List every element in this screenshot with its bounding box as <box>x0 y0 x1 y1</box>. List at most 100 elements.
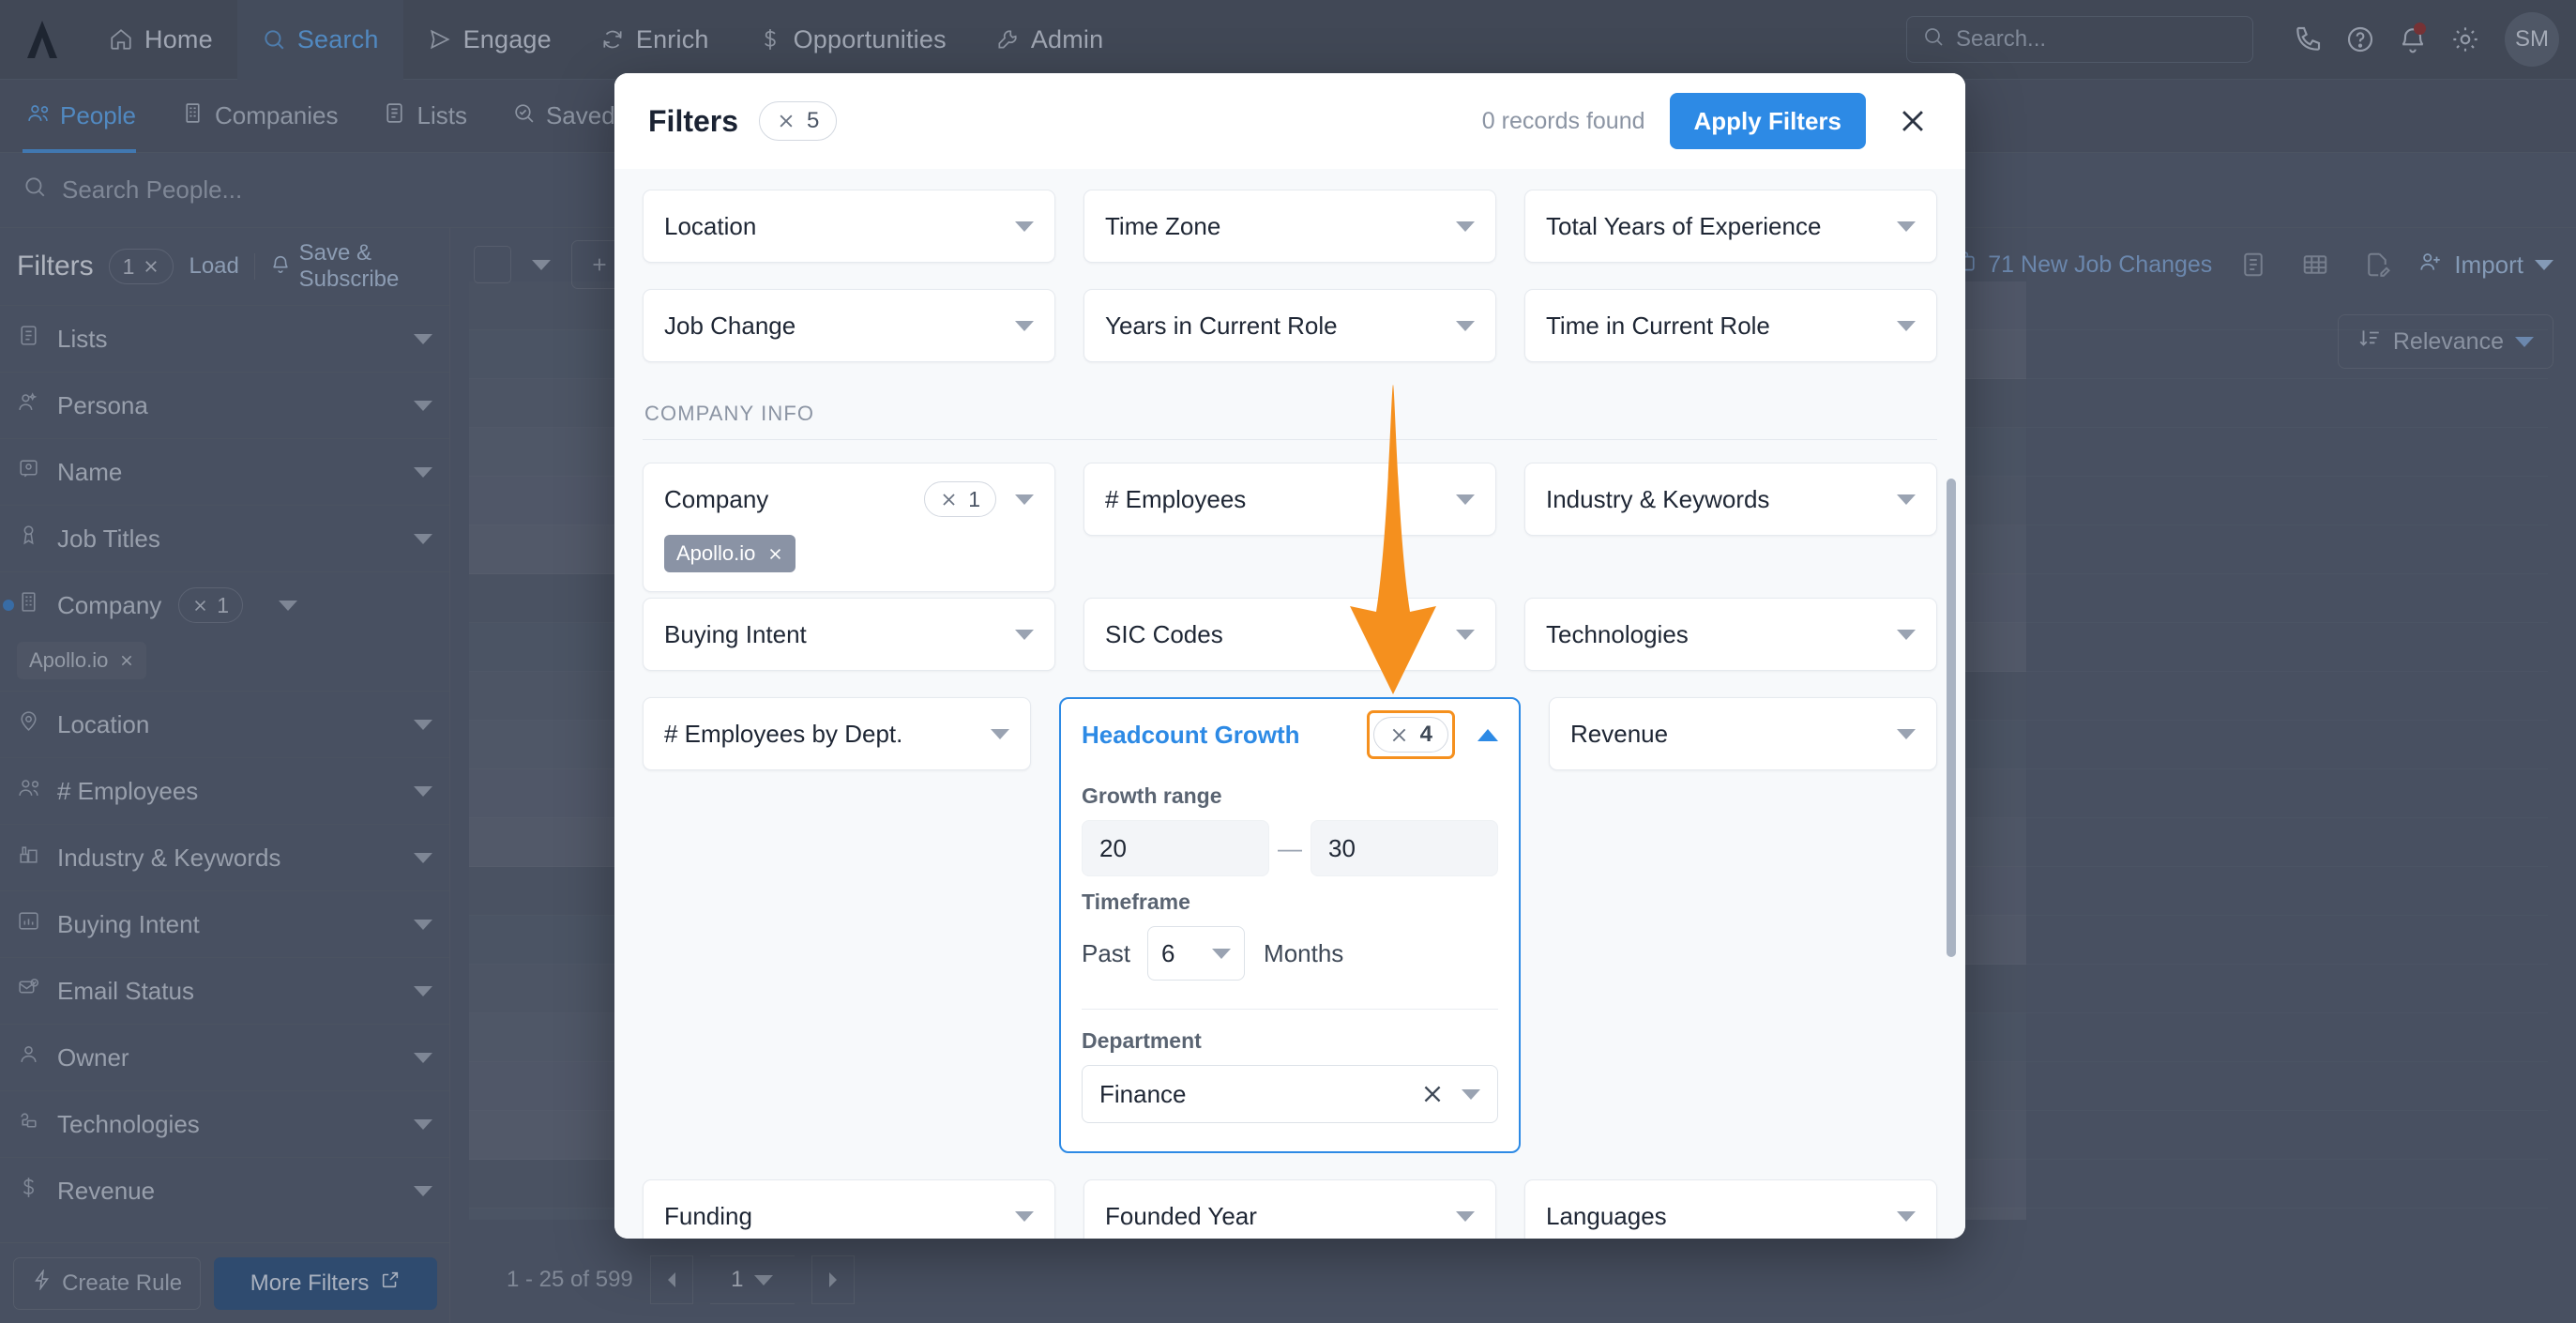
filter-label: Years in Current Role <box>1105 311 1338 340</box>
chevron-down-icon <box>1456 220 1475 232</box>
chevron-down-icon <box>1897 320 1916 331</box>
chevron-down-icon <box>1456 1210 1475 1222</box>
filter-label: Total Years of Experience <box>1546 211 1822 240</box>
chevron-down-icon <box>1462 1088 1480 1100</box>
filter-buying-intent[interactable]: Buying Intent <box>643 598 1055 671</box>
modal-active-filter-count-pill[interactable]: 5 <box>759 101 838 141</box>
filter-sic-codes[interactable]: SIC Codes <box>1083 598 1496 671</box>
chevron-down-icon <box>1015 1210 1034 1222</box>
filter-label: # Employees by Dept. <box>664 719 903 748</box>
chevron-down-icon <box>1897 220 1916 232</box>
department-select[interactable]: Finance <box>1082 1065 1498 1123</box>
headcount-count-pill-highlight: 4 <box>1366 710 1455 759</box>
filter-label: Founded Year <box>1105 1201 1257 1230</box>
filter-employees-by-dept[interactable]: # Employees by Dept. <box>643 697 1031 770</box>
company-filter-count-pill[interactable]: 1 <box>924 481 996 517</box>
chevron-down-icon <box>1897 728 1916 739</box>
filter-row-1: Location Time Zone Total Years of Experi… <box>643 190 1937 289</box>
modal-scrollbar[interactable] <box>1947 479 1956 957</box>
chip-remove-icon <box>770 548 781 559</box>
chevron-down-icon <box>1015 629 1034 640</box>
filter-label: Company <box>664 484 769 513</box>
chevron-down-icon <box>1456 320 1475 331</box>
department-value: Finance <box>1099 1079 1187 1108</box>
filter-company[interactable]: Company 1 Apollo.io <box>643 463 1055 592</box>
filter-headcount-growth[interactable]: Headcount Growth 4 Growth range 20 — 30 … <box>1059 697 1521 1153</box>
department-label: Department <box>1082 1028 1202 1053</box>
months-unit-label: Months <box>1264 938 1344 967</box>
past-label: Past <box>1082 938 1131 967</box>
filter-label: Languages <box>1546 1201 1667 1230</box>
modal-body: Location Time Zone Total Years of Experi… <box>614 169 1965 1239</box>
chevron-down-icon <box>1015 494 1034 505</box>
filter-label: Location <box>664 211 757 240</box>
filter-number-of-employees[interactable]: # Employees <box>1083 463 1496 536</box>
company-chip-list: Apollo.io <box>664 535 1034 591</box>
modal-active-filter-count: 5 <box>807 108 820 133</box>
modal-header: Filters 5 0 records found Apply Filters <box>614 73 1965 169</box>
headcount-filter-count: 4 <box>1419 722 1432 747</box>
filter-revenue[interactable]: Revenue <box>1549 697 1937 770</box>
chevron-down-icon <box>1015 220 1034 232</box>
timeframe-row: Past 6 Months <box>1082 926 1498 981</box>
modal-title: Filters <box>648 103 739 138</box>
chevron-down-icon <box>1456 629 1475 640</box>
filter-industry-keywords[interactable]: Industry & Keywords <box>1524 463 1937 536</box>
close-icon[interactable] <box>1892 100 1933 142</box>
filter-row-2: Job Change Years in Current Role Time in… <box>643 289 1937 388</box>
headcount-filter-count-pill[interactable]: 4 <box>1372 717 1448 753</box>
filter-label: Industry & Keywords <box>1546 484 1770 513</box>
filter-time-zone[interactable]: Time Zone <box>1083 190 1496 263</box>
chevron-up-icon[interactable] <box>1477 728 1498 741</box>
growth-min-value: 20 <box>1099 833 1127 862</box>
filter-languages[interactable]: Languages <box>1524 1179 1937 1239</box>
chevron-down-icon <box>1897 494 1916 505</box>
months-select[interactable]: 6 <box>1147 926 1246 981</box>
filter-label: Technologies <box>1546 619 1689 648</box>
growth-max-input[interactable]: 30 <box>1311 820 1498 876</box>
filter-founded-year[interactable]: Founded Year <box>1083 1179 1496 1239</box>
filter-label: Funding <box>664 1201 752 1230</box>
growth-range-row: 20 — 30 <box>1082 820 1498 876</box>
chevron-down-icon <box>1456 494 1475 505</box>
filter-label: Headcount Growth <box>1082 720 1300 749</box>
filter-row-4: Buying Intent SIC Codes Technologies <box>643 598 1937 697</box>
filter-total-years-of-experience[interactable]: Total Years of Experience <box>1524 190 1937 263</box>
filter-row-3: Company 1 Apollo.io # Employees Industry… <box>643 463 1937 618</box>
chip-label: Apollo.io <box>676 541 756 565</box>
filter-row-5: # Employees by Dept. Headcount Growth 4 <box>643 697 1937 1179</box>
clear-department-icon[interactable] <box>1420 1082 1445 1106</box>
growth-min-input[interactable]: 20 <box>1082 820 1269 876</box>
filter-label: Time in Current Role <box>1546 311 1770 340</box>
section-divider <box>643 439 1937 440</box>
divider <box>1082 1009 1498 1010</box>
filter-row-6: Funding Founded Year Languages <box>643 1179 1937 1239</box>
apply-filters-button[interactable]: Apply Filters <box>1669 93 1866 149</box>
headcount-growth-header[interactable]: Headcount Growth 4 <box>1082 699 1498 770</box>
filter-label: # Employees <box>1105 484 1247 513</box>
filter-time-in-current-role[interactable]: Time in Current Role <box>1524 289 1937 362</box>
filter-location[interactable]: Location <box>643 190 1055 263</box>
growth-range-label: Growth range <box>1082 783 1222 808</box>
filter-label: SIC Codes <box>1105 619 1223 648</box>
filter-label: Job Change <box>664 311 796 340</box>
timeframe-label: Timeframe <box>1082 890 1190 914</box>
company-filter-count: 1 <box>968 486 980 511</box>
chevron-down-icon <box>1897 1210 1916 1222</box>
range-separator: — <box>1278 833 1302 862</box>
chevron-down-icon <box>991 728 1009 739</box>
chevron-down-icon <box>1897 629 1916 640</box>
filter-technologies[interactable]: Technologies <box>1524 598 1937 671</box>
filter-job-change[interactable]: Job Change <box>643 289 1055 362</box>
chevron-down-icon <box>1015 320 1034 331</box>
filter-label: Buying Intent <box>664 619 807 648</box>
company-info-section-label: COMPANY INFO <box>644 402 815 425</box>
records-found-label: 0 records found <box>1481 107 1645 134</box>
filters-modal: Filters 5 0 records found Apply Filters … <box>614 73 1965 1239</box>
months-value: 6 <box>1161 938 1175 967</box>
filter-funding[interactable]: Funding <box>643 1179 1055 1239</box>
company-chip-apollo[interactable]: Apollo.io <box>664 535 796 572</box>
growth-max-value: 30 <box>1328 833 1356 862</box>
filter-years-in-current-role[interactable]: Years in Current Role <box>1083 289 1496 362</box>
chevron-down-icon <box>1212 948 1232 959</box>
